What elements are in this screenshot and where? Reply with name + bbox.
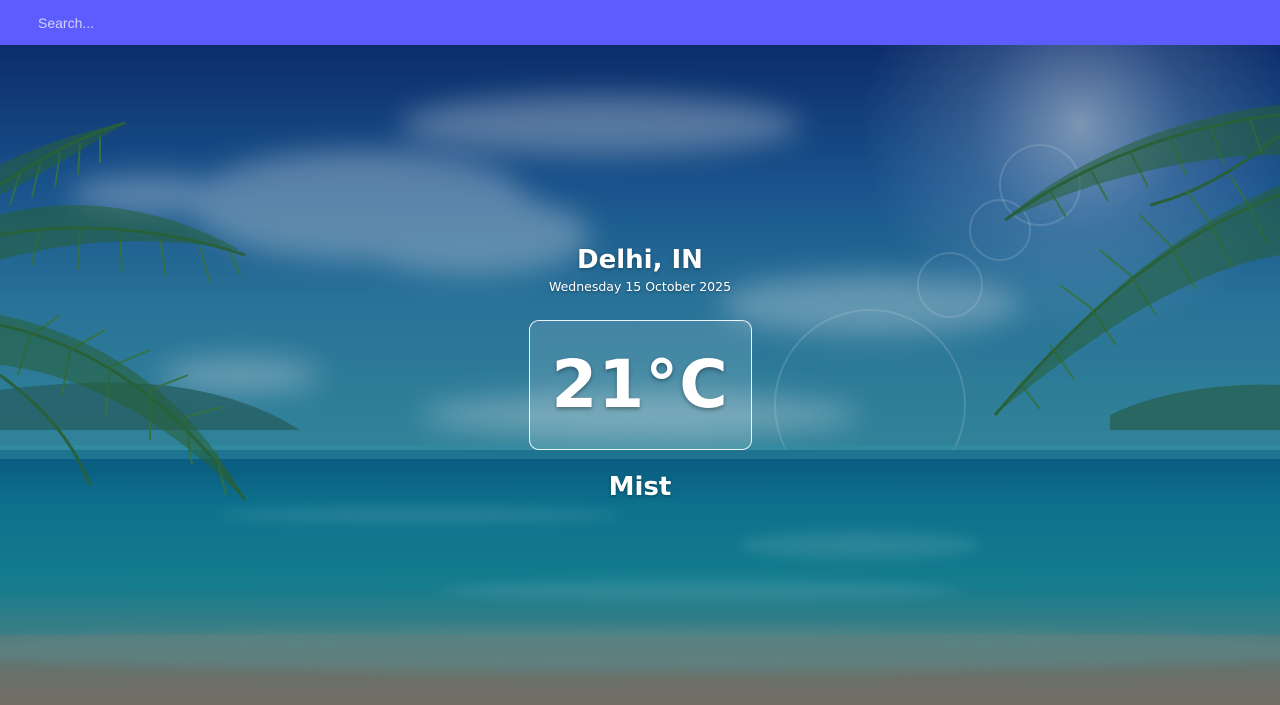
weather-condition: Mist	[608, 472, 672, 502]
weather-app: Delhi, IN Wednesday 15 October 2025 21°C…	[0, 0, 1280, 705]
current-date: Wednesday 15 October 2025	[548, 279, 732, 294]
location-title: Delhi, IN	[577, 245, 703, 275]
search-input[interactable]	[26, 8, 466, 38]
temperature-card: 21°C	[528, 320, 752, 450]
top-bar	[0, 0, 1280, 45]
temperature-value: 21°C	[551, 346, 729, 423]
weather-panel: Delhi, IN Wednesday 15 October 2025 21°C…	[0, 45, 1280, 705]
